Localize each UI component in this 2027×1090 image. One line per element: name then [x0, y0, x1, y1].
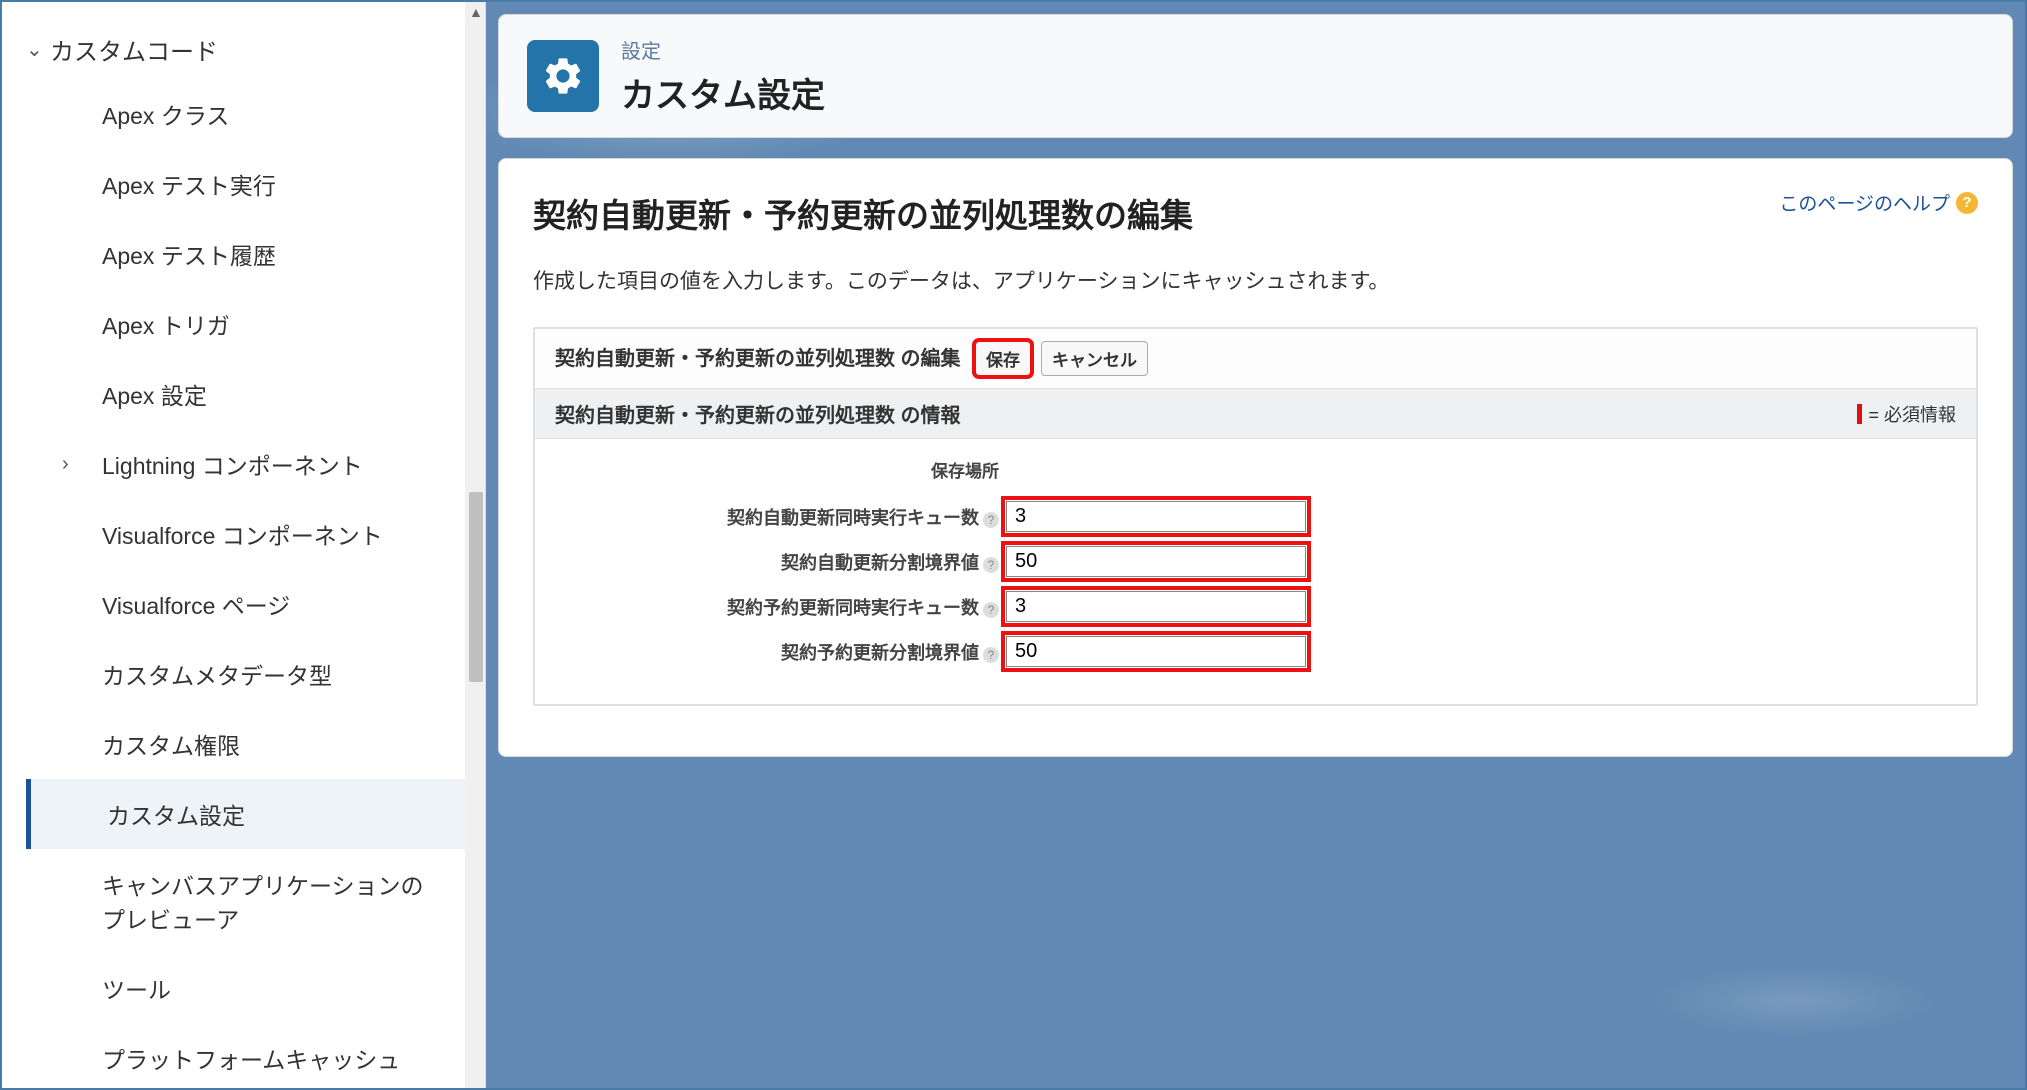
nav-item-platform-cache[interactable]: プラットフォームキャッシュ	[102, 1023, 485, 1088]
field-label-3: 契約予約更新分割境界値?	[555, 639, 1005, 665]
main-content: 設定 カスタム設定 契約自動更新・予約更新の並列処理数の編集 このページのヘルプ…	[486, 2, 2025, 1088]
page-header: 設定 カスタム設定	[498, 14, 2013, 138]
nav-item-tools[interactable]: ツール	[102, 953, 485, 1023]
nav-item-apex-test-history[interactable]: Apex テスト履歴	[102, 219, 485, 289]
required-note: = 必須情報	[1857, 401, 1956, 427]
nav-item-vf-components[interactable]: Visualforce コンポーネント	[102, 499, 485, 569]
sidebar: ⌄ カスタムコード Apex クラス Apex テスト実行 Apex テスト履歴…	[2, 2, 486, 1088]
nav-item-custom-metadata[interactable]: カスタムメタデータ型	[102, 639, 485, 709]
sidebar-scrollbar[interactable]: ▲	[465, 2, 485, 1088]
help-tooltip-icon[interactable]: ?	[983, 512, 999, 528]
form-header: 契約自動更新・予約更新の並列処理数 の編集 保存 キャンセル	[535, 329, 1976, 389]
section-bar: 契約自動更新・予約更新の並列処理数 の情報 = 必須情報	[535, 389, 1976, 439]
queue-count-reserve-input[interactable]	[1006, 591, 1306, 622]
scroll-up-icon[interactable]: ▲	[469, 4, 483, 20]
help-tooltip-icon[interactable]: ?	[983, 557, 999, 573]
nav-item-vf-pages[interactable]: Visualforce ページ	[102, 569, 485, 639]
help-tooltip-icon[interactable]: ?	[983, 647, 999, 663]
help-tooltip-icon[interactable]: ?	[983, 602, 999, 618]
nav-item-apex-class[interactable]: Apex クラス	[102, 79, 485, 149]
form-header-title: 契約自動更新・予約更新の並列処理数 の編集	[555, 345, 975, 373]
nav-item-label: Lightning コンポーネント	[102, 447, 363, 481]
header-subtitle: 設定	[621, 35, 825, 64]
chevron-right-icon: ›	[62, 453, 102, 476]
nav-item-custom-settings[interactable]: カスタム設定	[26, 779, 465, 849]
form-box: 契約自動更新・予約更新の並列処理数 の編集 保存 キャンセル 契約自動更新・予約…	[533, 327, 1978, 706]
scroll-thumb[interactable]	[469, 492, 483, 682]
page-description: 作成した項目の値を入力します。このデータは、アプリケーションにキャッシュされます…	[533, 265, 1978, 295]
nav-item-canvas-previewer[interactable]: キャンバスアプリケーションのプレビューア	[102, 849, 485, 953]
nav-group-label: カスタムコード	[50, 32, 218, 67]
gear-icon	[527, 40, 599, 112]
help-icon: ?	[1956, 192, 1978, 214]
nav-item-apex-trigger[interactable]: Apex トリガ	[102, 289, 485, 359]
queue-count-auto-input[interactable]	[1006, 501, 1306, 532]
field-label-2: 契約予約更新同時実行キュー数?	[555, 594, 1005, 620]
location-header-label: 保存場所	[555, 457, 1005, 488]
field-label-1: 契約自動更新分割境界値?	[555, 549, 1005, 575]
boundary-reserve-input[interactable]	[1006, 636, 1306, 667]
nav-item-lightning-components[interactable]: › Lightning コンポーネント	[62, 429, 485, 499]
field-label-0: 契約自動更新同時実行キュー数?	[555, 504, 1005, 530]
boundary-auto-input[interactable]	[1006, 546, 1306, 577]
nav-item-apex-test-run[interactable]: Apex テスト実行	[102, 149, 485, 219]
help-link[interactable]: このページのヘルプ ?	[1779, 189, 1978, 216]
header-title: カスタム設定	[621, 68, 825, 117]
nav-item-apex-settings[interactable]: Apex 設定	[102, 359, 485, 429]
page-title: 契約自動更新・予約更新の並列処理数の編集	[533, 189, 1193, 237]
nav-group-custom-code[interactable]: ⌄ カスタムコード	[26, 20, 485, 79]
cancel-button[interactable]: キャンセル	[1041, 341, 1148, 376]
chevron-down-icon: ⌄	[26, 37, 50, 62]
nav-item-custom-permissions[interactable]: カスタム権限	[102, 709, 485, 779]
required-indicator-icon	[1857, 404, 1862, 424]
section-title: 契約自動更新・予約更新の並列処理数 の情報	[555, 399, 961, 428]
content-card: 契約自動更新・予約更新の並列処理数の編集 このページのヘルプ ? 作成した項目の…	[498, 158, 2013, 757]
save-button[interactable]: 保存	[975, 341, 1031, 376]
required-label: = 必須情報	[1868, 401, 1956, 427]
help-link-label: このページのヘルプ	[1779, 189, 1950, 216]
